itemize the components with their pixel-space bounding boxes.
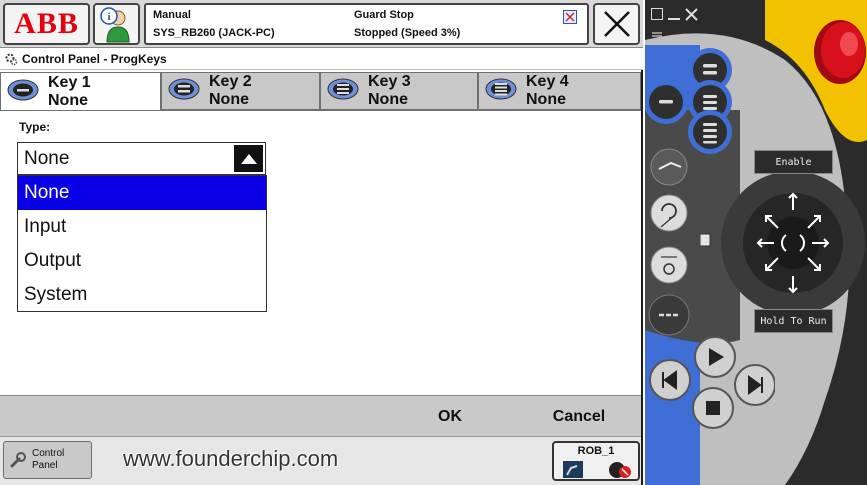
svg-text:i: i [107, 11, 110, 23]
key-config-panel: Type: None None Input Output System [0, 110, 641, 395]
start-button[interactable] [694, 336, 736, 378]
tab-key-2-label: Key 2 [209, 73, 252, 90]
tab-key-2-value: None [209, 91, 249, 108]
tab-key-1-value: None [48, 92, 88, 109]
stop-status-icon [563, 10, 577, 24]
rob-label: ROB_1 [577, 445, 615, 457]
action-bar: OK Cancel [0, 395, 641, 436]
type-dropdown-value: None [24, 148, 70, 169]
task-bar: Control Panel www.founderchip.com ROB_1 [0, 436, 641, 485]
operator-info-icon: i [100, 7, 130, 43]
status-bar[interactable]: Manual SYS_RB260 (JACK-PC) Guard Stop St… [144, 3, 589, 45]
tab-key-1[interactable]: Key 1 None [0, 72, 161, 111]
option-none[interactable]: None [18, 176, 266, 210]
control-panel-task-button[interactable]: Control Panel [3, 441, 92, 479]
close-button[interactable] [593, 3, 640, 45]
tab-key-4[interactable]: Key 4 None [478, 72, 641, 110]
option-output[interactable]: Output [18, 244, 266, 278]
option-system[interactable]: System [18, 278, 266, 312]
progkey-1-icon [6, 78, 40, 107]
tab-key-1-label: Key 1 [48, 74, 91, 91]
select-mechanical-unit-button[interactable] [650, 148, 688, 186]
minimize-window-button[interactable] [668, 8, 680, 20]
type-label: Type: [19, 120, 51, 134]
type-options-list: None Input Output System [17, 175, 267, 312]
pendant-hardware: Enable Hold To Run [645, 0, 867, 485]
enable-indicator [700, 233, 711, 247]
pendant-screen: ABB i Manual SYS_RB260 (JACK-PC) Guard S… [0, 0, 643, 485]
event-log-button[interactable]: i [93, 3, 140, 45]
program-state: Stopped (Speed 3%) [354, 27, 461, 39]
control-panel-icon [4, 52, 18, 66]
restore-window-button[interactable] [651, 8, 663, 20]
progkey-1-button[interactable] [645, 80, 688, 124]
window-title-bar: Control Panel - ProgKeys [0, 48, 643, 70]
hold-to-run-label: Hold To Run [754, 309, 833, 333]
stop-button[interactable] [692, 387, 734, 429]
toggle-motion-mode-button[interactable] [650, 194, 688, 232]
ok-button[interactable]: OK [400, 396, 500, 437]
cancel-button[interactable]: Cancel [520, 396, 638, 437]
type-dropdown[interactable]: None [17, 142, 266, 175]
control-panel-label-2: Panel [32, 460, 58, 471]
abb-menu-button[interactable]: ABB [3, 3, 90, 45]
tab-key-3-label: Key 3 [368, 73, 411, 90]
yellow-casing [765, 0, 867, 142]
close-icon [603, 11, 630, 37]
progkey-4-icon [484, 77, 518, 106]
system-name: SYS_RB260 (JACK-PC) [153, 27, 275, 39]
chevron-up-icon [240, 153, 257, 164]
close-window-icon[interactable] [685, 8, 698, 21]
progkey-2-icon [167, 77, 201, 106]
operating-mode: Manual [153, 9, 191, 21]
pin-icon[interactable] [651, 30, 663, 42]
watermark-text: www.founderchip.com [123, 446, 339, 471]
progkey-3-icon [326, 77, 360, 106]
dropdown-collapse-button[interactable] [234, 145, 263, 172]
tab-key-3[interactable]: Key 3 None [320, 72, 478, 110]
step-forward-button[interactable] [734, 364, 775, 406]
abb-logo: ABB [14, 7, 79, 40]
flexpendant-app: ABB i Manual SYS_RB260 (JACK-PC) Guard S… [0, 0, 867, 485]
quickset-rob1-button[interactable]: ROB_1 [552, 441, 640, 481]
emergency-stop-button[interactable] [814, 20, 866, 84]
tab-key-4-label: Key 4 [526, 73, 569, 90]
speed-override-icon [609, 462, 631, 478]
toggle-incremental-button[interactable] [650, 246, 688, 284]
progkey-tabs: Key 1 None Key 2 None Key 3 None Key 4 None [0, 72, 643, 111]
joystick[interactable] [721, 171, 865, 315]
tab-key-4-value: None [526, 91, 566, 108]
tab-key-2[interactable]: Key 2 None [161, 72, 320, 110]
step-backward-button[interactable] [649, 359, 691, 401]
option-input[interactable]: Input [18, 210, 266, 244]
tab-key-3-value: None [368, 91, 408, 108]
guard-state: Guard Stop [354, 9, 414, 21]
window-controls [651, 8, 698, 21]
top-bar: ABB i Manual SYS_RB260 (JACK-PC) Guard S… [0, 0, 643, 48]
window-title: Control Panel - ProgKeys [22, 51, 167, 66]
wrench-icon [10, 452, 26, 468]
robot-mechanical-unit-icon [563, 461, 583, 478]
increment-button[interactable] [648, 294, 690, 336]
enable-label: Enable [754, 150, 833, 174]
control-panel-label-1: Control [32, 448, 65, 459]
